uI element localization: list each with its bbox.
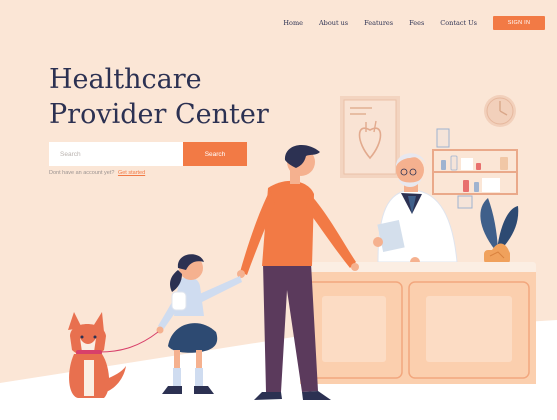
- landing-page: Home About us Features Fees Contact Us S…: [0, 0, 557, 420]
- dog-figure: [68, 312, 159, 398]
- hero-illustration: [68, 95, 536, 400]
- clock-icon: [484, 95, 516, 127]
- girl-figure: [156, 254, 242, 394]
- heart-poster: [340, 96, 400, 178]
- potted-plant: [480, 198, 519, 264]
- medicine-shelf: [432, 128, 518, 209]
- reception-desk: [300, 262, 536, 384]
